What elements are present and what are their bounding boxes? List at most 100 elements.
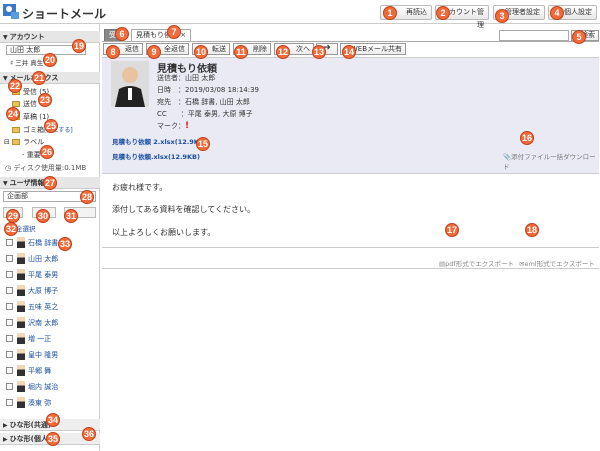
folder-trash[interactable]: ゴミ箱[空にする] — [12, 125, 73, 136]
trash-icon — [12, 127, 20, 133]
tab-divider — [102, 41, 599, 42]
avatar — [17, 301, 25, 312]
user-row[interactable]: 沢南 太郎 — [6, 316, 58, 330]
user-checkbox[interactable] — [6, 399, 13, 406]
annotation-badge: 34 — [46, 413, 60, 427]
mail-app-icon — [3, 4, 19, 19]
user-row[interactable]: 堀内 誠治 — [6, 380, 58, 394]
bottom-divider — [102, 268, 599, 269]
folder-icon — [12, 139, 21, 145]
annotation-badge: 10 — [194, 45, 208, 59]
user-row[interactable]: 湊東 弥 — [6, 396, 51, 410]
export-pdf-link[interactable]: ▤pdf形式でエクスポート — [439, 258, 514, 268]
mail-body-line: お疲れ様です。 — [112, 183, 168, 192]
user-row[interactable]: 石橋 辞書 — [6, 236, 58, 250]
avatar — [17, 317, 25, 328]
disk-usage: ◷ ディスク使用量:0.1MB — [5, 164, 87, 172]
user-checkbox[interactable] — [6, 255, 13, 262]
download-all-link[interactable]: 📎添付ファイル一括ダウンロード — [503, 151, 600, 171]
mail-cc: CC ：平尾 泰男, 大原 博子 — [157, 110, 253, 118]
user-checkbox[interactable] — [6, 319, 13, 326]
annotation-badge: 13 — [312, 45, 326, 59]
annotation-badge: 32 — [4, 222, 18, 236]
annotation-badge: 27 — [43, 176, 57, 190]
annotation-badge: 3 — [495, 9, 509, 23]
user-row[interactable]: 山田 太郎 — [6, 252, 58, 266]
avatar — [17, 381, 25, 392]
avatar — [17, 365, 25, 376]
annotation-badge: 6 — [115, 27, 129, 41]
annotation-badge: 31 — [64, 209, 78, 223]
mail-to: 宛先 ：石橋 辞書, 山田 太郎 — [157, 98, 250, 106]
annotation-badge: 5 — [572, 30, 586, 44]
sender-avatar — [111, 61, 149, 107]
annotation-badge: 2 — [436, 6, 450, 20]
user-checkbox[interactable] — [6, 271, 13, 278]
user-row[interactable]: 増 一正 — [6, 332, 51, 346]
annotation-badge: 20 — [43, 53, 57, 67]
annotation-badge: 18 — [525, 223, 539, 237]
mail-subject: 見積もり依頼 — [157, 64, 217, 75]
user-checkbox[interactable] — [6, 303, 13, 310]
export-divider — [102, 247, 599, 248]
avatar — [17, 269, 25, 280]
annotation-badge: 16 — [520, 131, 534, 145]
annotation-badge: 29 — [6, 209, 20, 223]
annotation-badge: 11 — [234, 45, 248, 59]
account-sub: ♯ 三井 真生 — [10, 59, 44, 67]
mail-body-line: 添付してある資料を確認してください。 — [112, 205, 256, 214]
annotation-badge: 26 — [40, 145, 54, 159]
annotation-badge: 21 — [32, 71, 46, 85]
user-checkbox[interactable] — [6, 239, 13, 246]
annotation-badge: 9 — [147, 45, 161, 59]
annotation-badge: 1 — [383, 6, 397, 20]
user-row[interactable]: 皇中 隆男 — [6, 348, 58, 362]
search-input[interactable] — [499, 30, 569, 41]
user-row[interactable]: 大原 博子 — [6, 284, 58, 298]
user-checkbox[interactable] — [6, 367, 13, 374]
user-checkbox[interactable] — [6, 383, 13, 390]
annotation-badge: 15 — [196, 137, 210, 151]
attachment-link-2[interactable]: 見積もり依頼.xlsx(12.9KB) — [112, 151, 200, 161]
mail-from: 送信者：山田 太郎 — [157, 74, 216, 82]
annotation-badge: 4 — [550, 6, 564, 20]
annotation-badge: 23 — [38, 93, 52, 107]
user-row[interactable]: 五味 英之 — [6, 300, 58, 314]
folder-label[interactable]: ⊟ ラベル — [4, 137, 44, 147]
annotation-badge: 33 — [58, 237, 72, 251]
avatar — [17, 333, 25, 344]
annotation-badge: 36 — [82, 427, 96, 441]
avatar — [17, 397, 25, 408]
mail-date: 日時 ：2019/03/08 18:14:39 — [157, 86, 260, 94]
user-row[interactable]: 平尾 泰男 — [6, 268, 58, 282]
export-eml-link[interactable]: ✉eml形式でエクスポート — [519, 258, 595, 268]
annotation-badge: 8 — [106, 45, 120, 59]
user-checkbox[interactable] — [6, 351, 13, 358]
select-all-link[interactable]: 全選択 — [16, 223, 36, 233]
annotation-badge: 19 — [72, 39, 86, 53]
annotation-badge: 12 — [276, 45, 290, 59]
user-checkbox[interactable] — [6, 335, 13, 342]
exclamation-icon[interactable]: ! — [185, 121, 189, 131]
app-title: ショートメール — [22, 7, 107, 21]
avatar — [17, 285, 25, 296]
annotation-badge: 28 — [80, 190, 94, 204]
app-header: ショートメール 再読込 アカウント管理 管理者設定 個人設定 — [0, 0, 600, 29]
mail-mark: マーク：! — [157, 121, 190, 131]
annotation-badge: 35 — [46, 432, 60, 446]
mail-body-line: 以上よろしくお願いします。 — [112, 228, 216, 237]
annotation-badge: 30 — [36, 209, 50, 223]
paperclip-icon: 📎 — [503, 153, 512, 161]
annotation-badge: 25 — [44, 119, 58, 133]
annotation-badge: 24 — [6, 107, 20, 121]
account-section-header[interactable]: ▼ アカウント — [0, 31, 100, 43]
annotation-badge: 7 — [167, 25, 181, 39]
tab-mail[interactable]: 見積もり依頼 × — [131, 29, 192, 41]
folder-important[interactable]: - 重要 — [22, 150, 41, 160]
attachment-link-1[interactable]: 見積もり依頼 2.xlsx(12.9KB) — [112, 136, 207, 146]
user-checkbox[interactable] — [6, 287, 13, 294]
annotation-badge: 14 — [342, 45, 356, 59]
avatar — [17, 237, 25, 248]
annotation-badge: 17 — [445, 223, 459, 237]
user-row[interactable]: 平郷 舞 — [6, 364, 51, 378]
